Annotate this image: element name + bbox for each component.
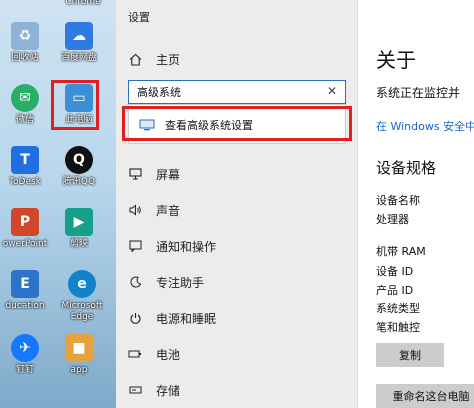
dingtalk-icon: ✈: [11, 334, 39, 362]
spec-device-id: 设备 ID: [376, 265, 414, 278]
desktop-icon-chrome[interactable]: Chrome: [58, 0, 108, 8]
monitor-icon: [128, 167, 142, 181]
nav-home-label: 主页: [156, 52, 181, 67]
window-title: 设置: [128, 11, 150, 24]
desktop-icon-app[interactable]: ■ app: [54, 334, 104, 376]
app-icon: ■: [65, 334, 93, 362]
powerpoint-icon: P: [11, 208, 39, 236]
nav-item-notifications-label: 通知和操作: [156, 239, 217, 254]
nav-item-focus-assist-label: 专注助手: [156, 275, 205, 290]
edge-label: Microsoft Edge: [61, 301, 103, 322]
powerpoint-label: owerPoint: [2, 239, 48, 249]
settings-window: 设置 主页 高级系统 ✕ 查看高级系统设置 屏幕 声音 通知和操作 专注助手 电…: [116, 0, 358, 408]
search-input[interactable]: 高级系统 ✕: [128, 80, 346, 104]
qq-label: 腾讯QQ: [62, 177, 96, 187]
education-label: ducation: [5, 301, 45, 311]
chrome-label: Chrome: [65, 0, 101, 7]
edge-icon: e: [68, 270, 96, 298]
recycle-bin-icon: ♻: [11, 22, 39, 50]
desktop-icon-todesk[interactable]: T ToDesk: [0, 146, 50, 188]
windows-security-link[interactable]: 在 Windows 安全中心: [376, 118, 474, 134]
desktop-icon-powerpoint[interactable]: P owerPoint: [0, 208, 50, 250]
storage-icon: [128, 383, 142, 397]
copy-button-label: 复制: [399, 349, 421, 362]
search-input-value: 高级系统: [137, 86, 181, 99]
desktop-icon-qq[interactable]: Q 腾讯QQ: [54, 146, 104, 188]
spec-product-id: 产品 ID: [376, 284, 414, 297]
baidu-netdisk-label: 百度网盘: [60, 53, 97, 63]
rename-pc-button-label: 重命名这台电脑: [392, 390, 470, 403]
nav-item-power-label: 电源和睡眠: [156, 311, 217, 326]
todesk-icon: T: [11, 146, 39, 174]
desktop-icon-edge[interactable]: e Microsoft Edge: [54, 270, 110, 323]
device-specs-heading: 设备规格: [376, 159, 437, 177]
nav-item-display-label: 屏幕: [156, 167, 181, 182]
desktop-icon-dingtalk[interactable]: ✈ 钉钉: [0, 334, 50, 376]
desktop-icon-education[interactable]: E ducation: [0, 270, 50, 312]
copy-button[interactable]: 复制: [376, 343, 444, 367]
battery-icon: [128, 347, 142, 361]
highlight-suggestion: [122, 106, 352, 141]
video-editor-icon: ▶: [65, 208, 93, 236]
nav-item-notifications[interactable]: 通知和操作: [128, 237, 216, 255]
nav-item-sound-label: 声音: [156, 203, 181, 218]
desktop-icon-video-editor[interactable]: ▶ 剪映: [54, 208, 104, 250]
nav-item-storage-label: 存储: [156, 383, 181, 398]
desktop: Chrome ♻ 回收站 ☁ 百度网盘 ✉ 微信 ▭ 此电脑 T ToDesk …: [0, 0, 116, 408]
video-editor-label: 剪映: [69, 239, 88, 249]
nav-item-battery-label: 电池: [156, 347, 181, 362]
nav-item-storage[interactable]: 存储: [128, 381, 180, 399]
nav-item-battery[interactable]: 电池: [128, 345, 180, 363]
dingtalk-label: 钉钉: [15, 365, 34, 375]
app-label: app: [70, 365, 88, 375]
spec-ram: 机带 RAM: [376, 245, 426, 258]
security-status-text: 系统正在监控并: [376, 86, 461, 100]
baidu-netdisk-icon: ☁: [65, 22, 93, 50]
spec-processor: 处理器: [376, 213, 409, 226]
todesk-label: ToDesk: [9, 177, 41, 187]
desktop-icon-baidu-netdisk[interactable]: ☁ 百度网盘: [54, 22, 104, 64]
wechat-icon: ✉: [11, 84, 39, 112]
power-icon: [128, 311, 142, 325]
highlight-this-pc: [51, 80, 99, 130]
education-app-icon: E: [11, 270, 39, 298]
nav-item-sound[interactable]: 声音: [128, 201, 180, 219]
clear-search-icon[interactable]: ✕: [327, 84, 337, 98]
nav-item-display[interactable]: 屏幕: [128, 165, 180, 183]
spec-pen-touch: 笔和触控: [376, 321, 420, 334]
focus-assist-icon: [128, 275, 142, 289]
desktop-icon-recycle-bin[interactable]: ♻ 回收站: [0, 22, 50, 64]
about-title: 关于: [376, 48, 416, 72]
about-panel: 关于 系统正在监控并 在 Windows 安全中心 设备规格 设备名称 处理器 …: [358, 0, 474, 408]
nav-item-power[interactable]: 电源和睡眠: [128, 309, 216, 327]
nav-home[interactable]: 主页: [128, 50, 180, 68]
qq-icon: Q: [65, 146, 93, 174]
speaker-icon: [128, 203, 142, 217]
recycle-bin-label: 回收站: [11, 53, 39, 63]
rename-pc-button[interactable]: 重命名这台电脑: [376, 384, 474, 408]
desktop-icon-wechat[interactable]: ✉ 微信: [0, 84, 50, 126]
spec-system-type: 系统类型: [376, 302, 420, 315]
notification-icon: [128, 239, 142, 253]
home-icon: [128, 52, 142, 66]
spec-device-name: 设备名称: [376, 194, 420, 207]
wechat-label: 微信: [15, 115, 34, 125]
nav-item-focus-assist[interactable]: 专注助手: [128, 273, 204, 291]
